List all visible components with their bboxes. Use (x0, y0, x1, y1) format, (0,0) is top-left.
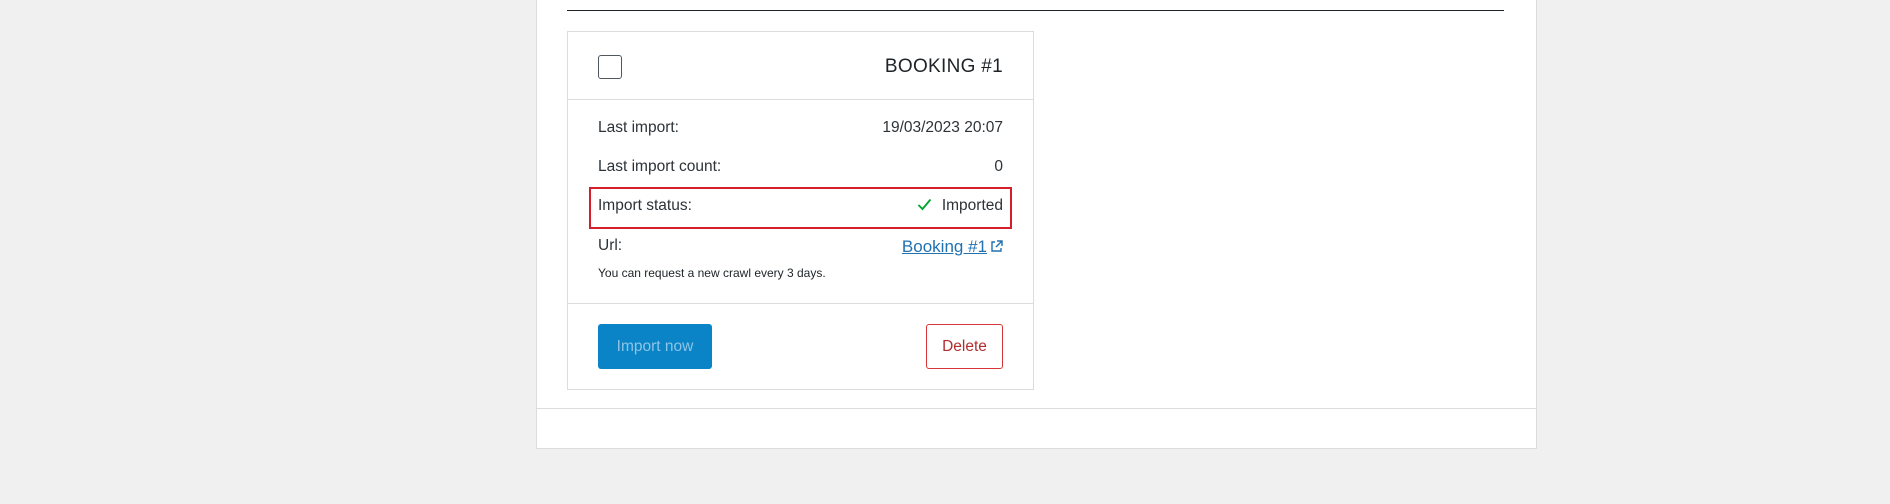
panel-footer-divider (537, 408, 1536, 409)
last-import-value: 19/03/2023 20:07 (882, 119, 1003, 136)
card-title: BOOKING #1 (884, 56, 1003, 77)
crawl-note: You can request a new crawl every 3 days… (598, 266, 826, 280)
section-divider (567, 10, 1504, 11)
import-now-button[interactable]: Import now (598, 324, 712, 369)
url-label: Url: (598, 237, 623, 254)
last-import-label: Last import: (598, 119, 679, 136)
booking-link[interactable]: Booking #1 (902, 237, 987, 256)
last-import-count-value: 0 (994, 158, 1003, 175)
external-link-icon[interactable] (990, 240, 1003, 253)
last-import-count-label: Last import count: (598, 158, 722, 175)
card-header: BOOKING #1 (568, 32, 1033, 100)
url-value: Booking #1 (902, 237, 1003, 257)
delete-button[interactable]: Delete (926, 324, 1003, 369)
select-checkbox[interactable] (598, 55, 622, 79)
card-footer-divider (568, 303, 1033, 304)
import-status-highlight (589, 187, 1012, 229)
